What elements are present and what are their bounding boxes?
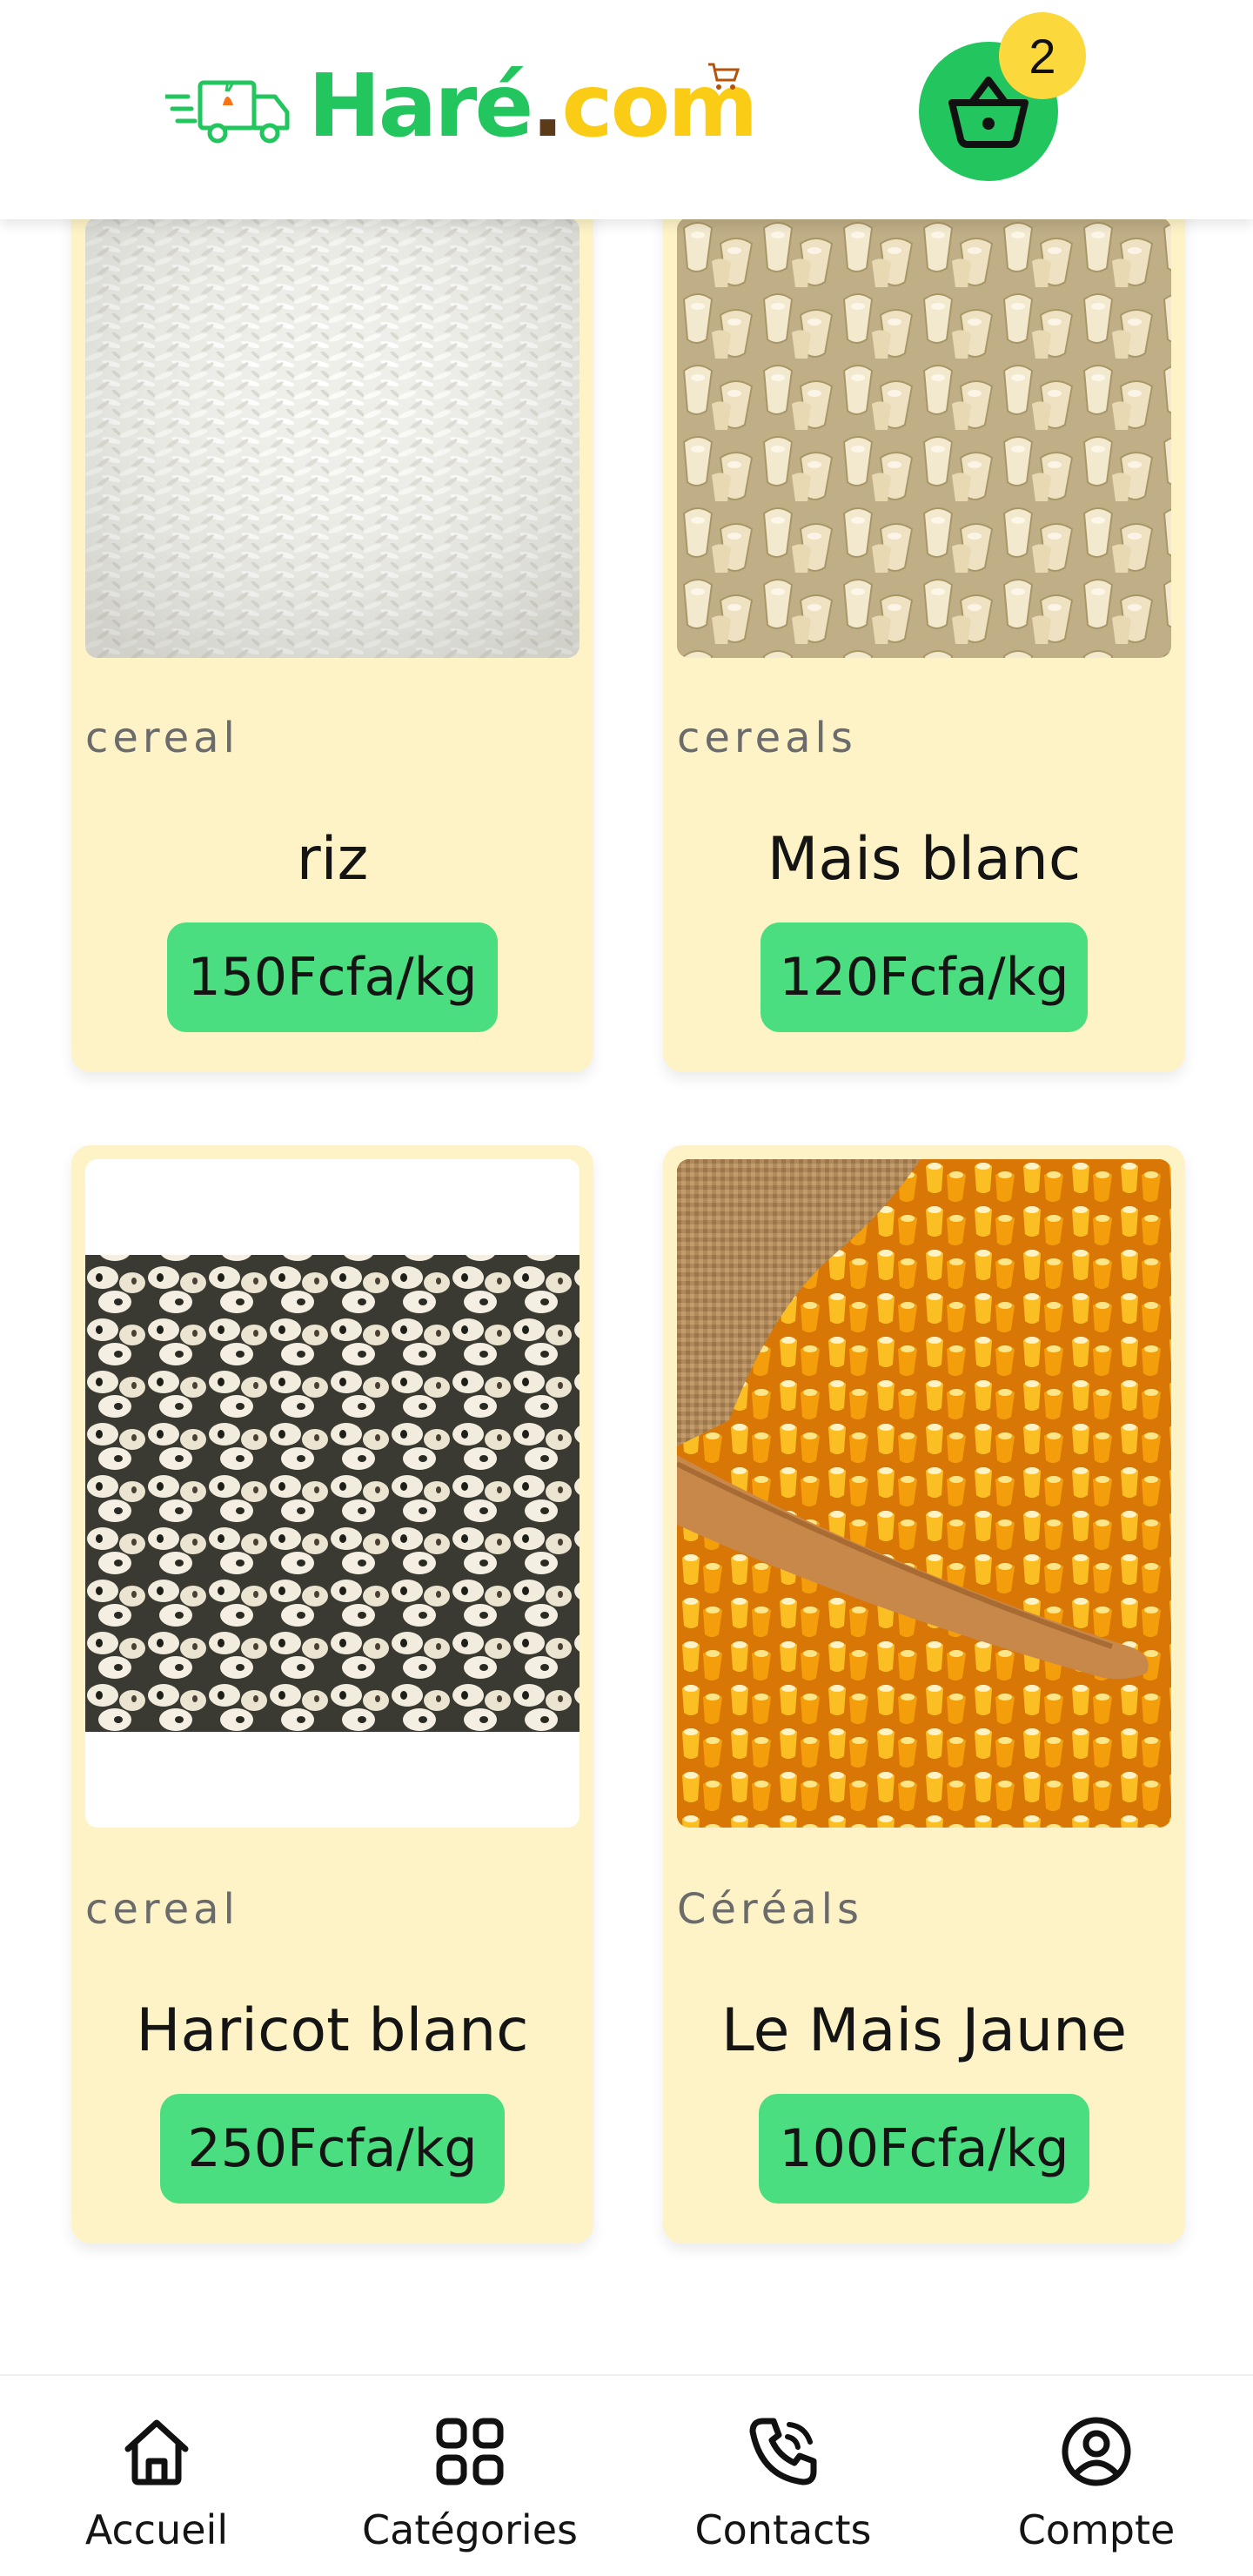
brand-logo[interactable]: Haré.com	[165, 54, 759, 158]
product-card[interactable]: cereal riz 150Fcfa/kg	[71, 174, 593, 1072]
nav-label: Accueil	[84, 2506, 229, 2553]
product-category: cereal	[85, 714, 239, 762]
nav-label: Contacts	[694, 2506, 872, 2553]
product-price[interactable]: 150Fcfa/kg	[167, 922, 498, 1032]
user-circle-icon	[1062, 2417, 1131, 2486]
product-price[interactable]: 250Fcfa/kg	[160, 2094, 505, 2204]
product-name: Haricot blanc	[136, 1996, 529, 2065]
nav-label: Catégories	[362, 2506, 578, 2553]
logo-part-dot: .	[531, 55, 564, 157]
nav-item-accueil[interactable]: Accueil	[52, 2376, 261, 2576]
product-category: cereal	[85, 1885, 239, 1934]
bottom-navigation: Accueil Catégories Contacts Compte	[0, 2374, 1253, 2576]
logo-part-hare: Haré	[308, 55, 533, 157]
nav-item-contacts[interactable]: Contacts	[679, 2376, 888, 2576]
mini-cart-icon	[708, 63, 740, 90]
grid-icon	[436, 2418, 504, 2485]
product-card[interactable]: cereals Mais blanc 120Fcfa/kg	[663, 174, 1185, 1072]
product-name: Mais blanc	[767, 825, 1082, 894]
delivery-truck-icon	[165, 80, 290, 144]
cart-count-badge: 2	[999, 12, 1086, 99]
product-name: riz	[296, 825, 369, 894]
app-header: Haré.com 2	[0, 0, 1253, 219]
home-icon	[124, 2419, 189, 2485]
product-category: cereals	[677, 714, 857, 762]
product-image-yellow-corn	[677, 1159, 1171, 1828]
product-card[interactable]: Céréals Le Mais Jaune 100Fcfa/kg	[663, 1145, 1185, 2244]
nav-label: Compte	[1017, 2506, 1176, 2553]
product-name: Le Mais Jaune	[720, 1996, 1128, 2065]
product-image-rice	[85, 218, 580, 658]
product-image-white-corn	[677, 218, 1171, 658]
product-card[interactable]: cereal Haricot blanc 250Fcfa/kg	[71, 1145, 593, 2244]
product-price[interactable]: 120Fcfa/kg	[761, 922, 1088, 1032]
product-price[interactable]: 100Fcfa/kg	[759, 2094, 1089, 2204]
phone-icon	[749, 2418, 817, 2485]
product-category: Céréals	[677, 1885, 864, 1934]
nav-item-categories[interactable]: Catégories	[348, 2376, 592, 2576]
product-image-beans	[85, 1159, 580, 1828]
nav-item-compte[interactable]: Compte	[992, 2376, 1201, 2576]
